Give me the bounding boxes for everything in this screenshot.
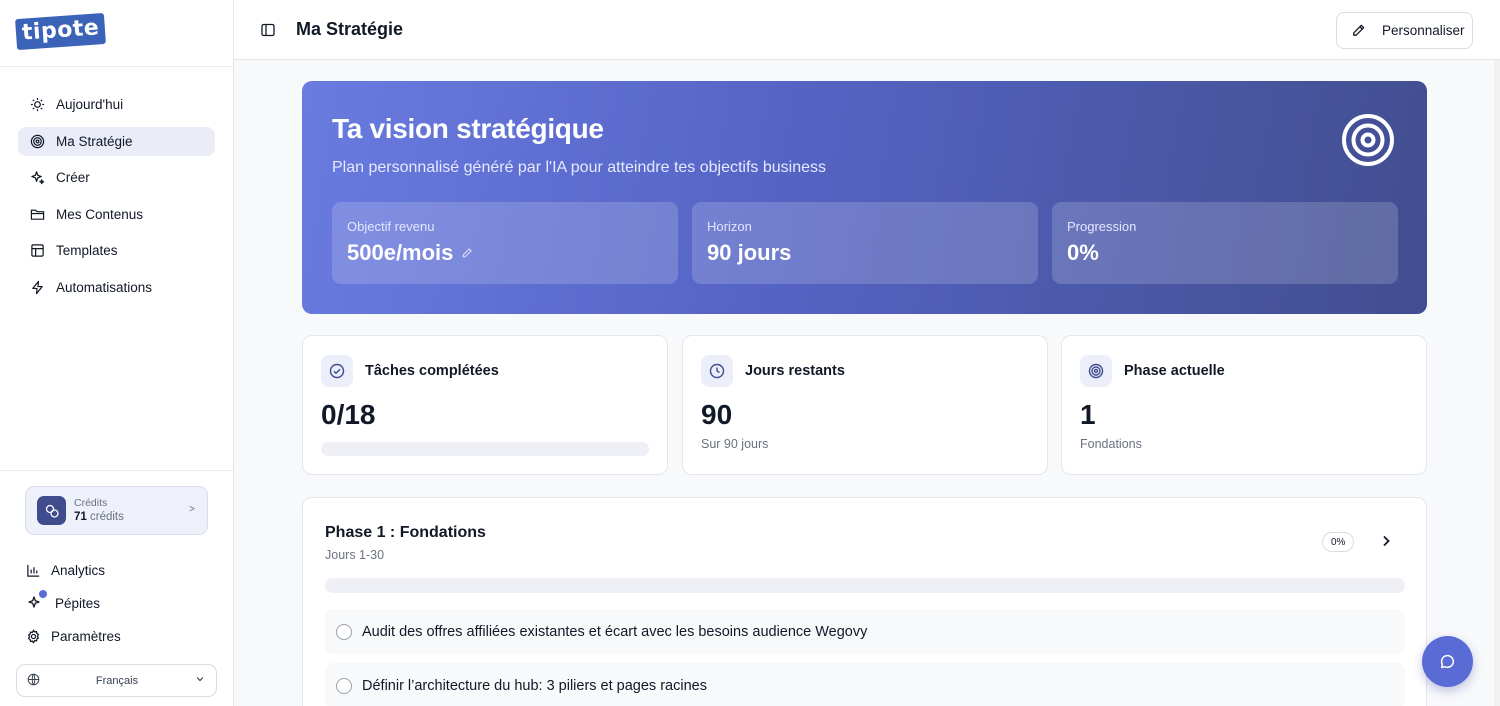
target-icon [29,133,45,149]
sidebar-bottom: Crédits 71 crédits > Analytics Pépites P… [0,470,233,706]
phase-subtitle: Jours 1-30 [325,548,385,562]
target-icon [1342,114,1394,166]
phase-section: Phase 1 : Fondations Jours 1-30 0% Audit… [302,497,1427,706]
sparkles-icon [27,590,47,611]
check-circle-icon [321,355,353,387]
days-remaining-card: Jours restants 90 Sur 90 jours [682,335,1048,475]
sidebar-item-today[interactable]: Aujourd'hui [18,90,215,119]
settings-link[interactable]: Paramètres [25,628,121,644]
sidebar-item-label: Aujourd'hui [56,97,124,112]
notification-dot [39,590,47,598]
hero-subtitle: Plan personnalisé généré par l'IA pour a… [332,159,827,176]
card-value: 90 [701,399,733,430]
phase-progress-bar [325,578,1405,593]
credits-count: 71 [74,510,87,523]
stat-value: 0% [1067,240,1099,265]
clock-icon [701,355,733,387]
chevron-down-icon [194,673,206,688]
sidebar-item-contents[interactable]: Mes Contenus [18,200,215,229]
hero-title: Ta vision stratégique [332,113,604,144]
language-label: Français [95,674,139,687]
task-item[interactable]: Audit des offres affiliées existantes et… [325,609,1405,654]
stat-label: Objectif revenu [347,219,435,234]
logo[interactable]: tipote [15,12,107,51]
card-title: Phase actuelle [1124,363,1225,379]
sidebar-item-label: Créer [56,170,90,185]
task-label: Audit des offres affiliées existantes et… [362,623,868,640]
task-checkbox[interactable] [336,677,352,694]
page-title: Ma Stratégie [296,19,404,39]
sidebar-item-label: Ma Stratégie [56,133,133,149]
target-icon [1080,355,1112,387]
task-label: Définir l’architecture du hub: 3 piliers… [362,677,707,694]
coins-icon [37,496,66,525]
logo-area: tipote [0,0,233,67]
credits-value: 71 crédits [74,510,124,524]
stat-horizon: Horizon 90 jours [692,202,1038,284]
strategy-hero: Ta vision stratégique Plan personnalisé … [302,81,1427,314]
card-header: Tâches complétées [321,355,499,387]
credits-label: Crédits [74,496,108,509]
analytics-link[interactable]: Analytics [25,562,105,578]
sidebar-item-create[interactable]: Créer [18,163,215,192]
sidebar-item-templates[interactable]: Templates [18,236,215,265]
edit-icon[interactable] [461,247,473,259]
scrollbar[interactable] [1494,60,1500,706]
sidebar-item-automations[interactable]: Automatisations [18,273,215,302]
personalize-label: Personnaliser [1382,23,1465,38]
sun-icon [29,97,45,113]
card-subtitle: Fondations [1080,437,1142,451]
tasks-completed-card: Tâches complétées 0/18 [302,335,668,475]
stat-revenue-goal: Objectif revenu 500e/mois [332,202,678,284]
stat-value-text: 500e/mois [347,240,454,265]
sparkles-icon [29,170,45,186]
sidebar-toggle-icon[interactable] [260,22,276,38]
settings-label: Paramètres [51,628,121,644]
card-header: Jours restants [701,355,845,387]
language-select[interactable]: Français [16,664,217,697]
sidebar-item-strategy[interactable]: Ma Stratégie [18,126,215,156]
card-header: Phase actuelle [1080,355,1225,387]
tasks-progress-bar [321,442,649,456]
layout-icon [29,243,45,259]
stat-progression: Progression 0% [1052,202,1398,284]
credits-widget[interactable]: Crédits 71 crédits > [25,486,208,535]
sidebar: tipote Aujourd'hui Ma Stratégie Créer Me… [0,0,234,706]
folder-icon [29,206,45,222]
gear-icon [25,628,41,644]
analytics-label: Analytics [51,562,106,578]
sidebar-item-label: Mes Contenus [56,206,144,222]
task-checkbox[interactable] [336,623,352,640]
pepites-link[interactable]: Pépites [25,590,101,611]
stat-label: Horizon [707,219,752,234]
card-title: Jours restants [745,363,845,379]
card-title: Tâches complétées [365,363,499,379]
personalize-button[interactable]: Personnaliser [1336,12,1473,49]
task-item[interactable]: Définir l’architecture du hub: 3 piliers… [325,663,1405,706]
stat-label: Progression [1067,219,1137,234]
top-bar: Ma Stratégie Personnaliser [234,0,1500,60]
pencil-icon [1353,24,1365,36]
sidebar-item-label: Templates [56,243,118,258]
card-subtitle: Sur 90 jours [701,437,769,451]
chevron-right-icon[interactable] [1378,533,1394,549]
globe-icon [27,673,40,689]
chat-bubble-icon [1440,654,1455,669]
pepites-label: Pépites [55,595,101,611]
credits-text: Crédits 71 crédits [74,497,124,525]
sidebar-nav: Aujourd'hui Ma Stratégie Créer Mes Conte… [0,67,233,302]
lightning-icon [29,279,45,295]
stat-value: 500e/mois [347,240,663,266]
current-phase-card: Phase actuelle 1 Fondations [1061,335,1427,475]
sidebar-item-label: Automatisations [56,279,153,295]
phase-percent-badge: 0% [1322,532,1355,552]
credits-unit: crédits [90,510,124,523]
card-value: 0/18 [321,399,376,430]
bar-chart-icon [25,562,41,578]
phase-title: Phase 1 : Fondations [325,524,486,541]
stat-value: 90 jours [707,240,792,265]
chat-button[interactable] [1422,636,1473,687]
chevron-right-icon: > [189,504,195,515]
card-value: 1 [1080,399,1096,430]
